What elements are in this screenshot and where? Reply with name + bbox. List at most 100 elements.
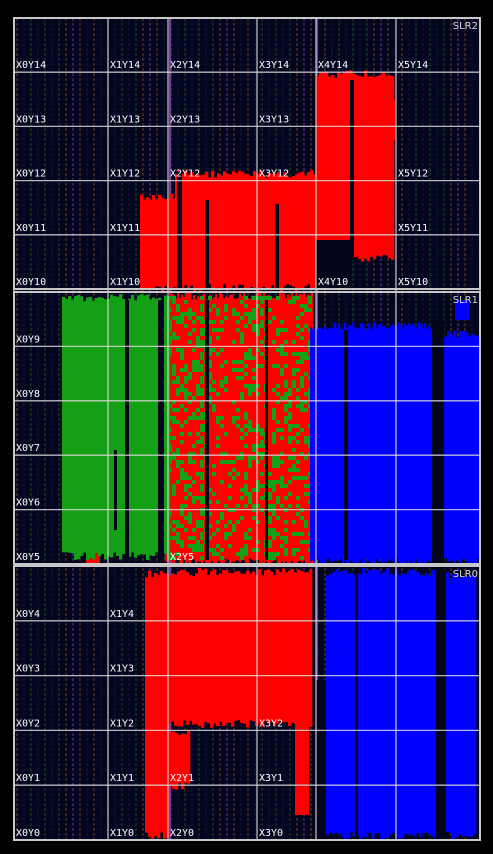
placed-cell-green bbox=[216, 520, 220, 524]
clock-region-label: X0Y13 bbox=[16, 114, 46, 125]
placed-cell-green bbox=[284, 328, 288, 332]
placed-cell-green bbox=[276, 420, 280, 424]
placed-cell-green bbox=[172, 528, 176, 532]
placed-cell-green bbox=[152, 297, 156, 557]
clock-region-label: X1Y12 bbox=[110, 169, 140, 180]
placed-cell-red bbox=[376, 76, 380, 256]
placed-cell-blue bbox=[402, 329, 405, 566]
placed-cell-green bbox=[304, 540, 308, 544]
placed-cell-green bbox=[288, 404, 292, 408]
placed-cell-green bbox=[196, 364, 200, 368]
placed-cell-green bbox=[284, 380, 288, 384]
placed-cell-red bbox=[235, 172, 239, 290]
placed-cell-green bbox=[296, 532, 300, 536]
placed-cell-green bbox=[276, 552, 280, 556]
placed-cell-green bbox=[248, 388, 252, 392]
placed-cell-green bbox=[216, 416, 220, 420]
device-view[interactable]: X0Y14 X1Y14 X2Y14 X3Y14 X4Y14 X5Y14 X0Y13 X1Y13… bbox=[0, 0, 493, 854]
placed-cell-green bbox=[244, 552, 248, 556]
placed-cell-green bbox=[292, 340, 296, 344]
placed-cell-red bbox=[325, 71, 329, 260]
placed-cell-green bbox=[288, 388, 292, 392]
placed-cell-green bbox=[276, 532, 280, 536]
placed-cell-green bbox=[292, 296, 296, 300]
placed-cell-blue bbox=[406, 325, 409, 562]
placed-cell-green bbox=[196, 472, 200, 476]
placed-cell-green bbox=[244, 536, 248, 540]
clock-region-label: X0Y0 bbox=[16, 828, 40, 839]
placed-cell-green bbox=[188, 516, 192, 520]
device-canvas[interactable]: X0Y14 X1Y14 X2Y14 X3Y14 X4Y14 X5Y14 X0Y13 X1Y13… bbox=[0, 0, 493, 854]
placed-cell-green bbox=[172, 536, 176, 540]
placed-cell-blue bbox=[310, 327, 313, 561]
clock-region-label: X1Y4 bbox=[110, 609, 134, 620]
gap bbox=[350, 80, 354, 260]
clock-region-label: X5Y12 bbox=[398, 169, 428, 180]
placed-cell-green bbox=[216, 544, 220, 548]
clock-region-label: X2Y14 bbox=[170, 60, 200, 71]
placed-cell-green bbox=[216, 312, 220, 316]
placed-cell-green bbox=[292, 448, 296, 452]
placed-cell-green bbox=[172, 316, 176, 320]
clock-region-label: X1Y10 bbox=[110, 277, 140, 288]
placed-cell-green bbox=[200, 304, 204, 308]
placed-cell-green bbox=[228, 484, 232, 488]
placed-cell-green bbox=[172, 416, 176, 420]
placed-cell-green bbox=[224, 380, 228, 384]
clock-region-label: X3Y0 bbox=[259, 828, 283, 839]
placed-cell-green bbox=[176, 376, 180, 380]
placed-cell-green bbox=[248, 536, 252, 540]
placed-cell-green bbox=[224, 504, 228, 508]
placed-cell-green bbox=[200, 500, 204, 504]
clock-region-label: X1Y11 bbox=[110, 223, 140, 234]
placed-cell-red bbox=[301, 171, 305, 289]
placed-cell-red bbox=[337, 72, 341, 259]
placed-cell-green bbox=[140, 294, 144, 554]
clock-region-label: X0Y7 bbox=[16, 443, 40, 454]
placed-cell-green bbox=[296, 504, 300, 508]
placed-cell-green bbox=[200, 536, 204, 540]
placed-cell-green bbox=[296, 296, 300, 300]
placed-cell-green bbox=[268, 504, 272, 508]
placed-cell-red bbox=[219, 573, 223, 722]
placed-cell-blue bbox=[462, 331, 466, 560]
placed-cell-green bbox=[149, 299, 153, 556]
placed-cell-green bbox=[196, 340, 200, 344]
placed-cell-green bbox=[192, 312, 196, 316]
placed-cell-red bbox=[151, 577, 155, 839]
placed-cell-blue bbox=[374, 322, 377, 563]
placed-cell-green bbox=[172, 380, 176, 384]
placed-cell-green bbox=[248, 528, 252, 532]
placed-cell-green bbox=[284, 396, 288, 400]
placed-cell-green bbox=[284, 384, 288, 388]
placed-cell-green bbox=[308, 296, 312, 300]
clock-region-label: X1Y1 bbox=[110, 773, 134, 784]
placed-cell-green bbox=[280, 320, 284, 324]
placed-cell-green bbox=[292, 532, 296, 536]
placed-cell-blue bbox=[383, 571, 387, 839]
placed-cell-green bbox=[184, 496, 188, 500]
placed-cell-green bbox=[184, 528, 188, 532]
placed-cell-green bbox=[240, 428, 244, 432]
placed-cell-green bbox=[200, 524, 204, 528]
placed-cell-green bbox=[240, 436, 244, 440]
placed-cell-green bbox=[284, 364, 288, 368]
placed-cell-green bbox=[192, 536, 196, 540]
placed-cell-green bbox=[260, 324, 264, 328]
placed-cell-red bbox=[163, 734, 167, 785]
placed-cell-green bbox=[200, 548, 204, 552]
placed-cell-blue bbox=[368, 323, 371, 561]
placed-cell-green bbox=[172, 408, 176, 412]
placed-cell-green bbox=[260, 296, 264, 300]
placed-cell-red bbox=[281, 293, 284, 562]
placed-cell-red bbox=[270, 571, 274, 723]
placed-cell-red bbox=[331, 74, 335, 256]
placed-cell-green bbox=[192, 368, 196, 372]
placed-cell-green bbox=[232, 368, 236, 372]
placed-cell-red bbox=[263, 292, 266, 563]
placed-cell-green bbox=[228, 472, 232, 476]
placed-cell-green bbox=[280, 396, 284, 400]
placed-cell-blue bbox=[471, 333, 475, 564]
placed-cell-green bbox=[268, 296, 272, 300]
placed-cell-green bbox=[288, 480, 292, 484]
